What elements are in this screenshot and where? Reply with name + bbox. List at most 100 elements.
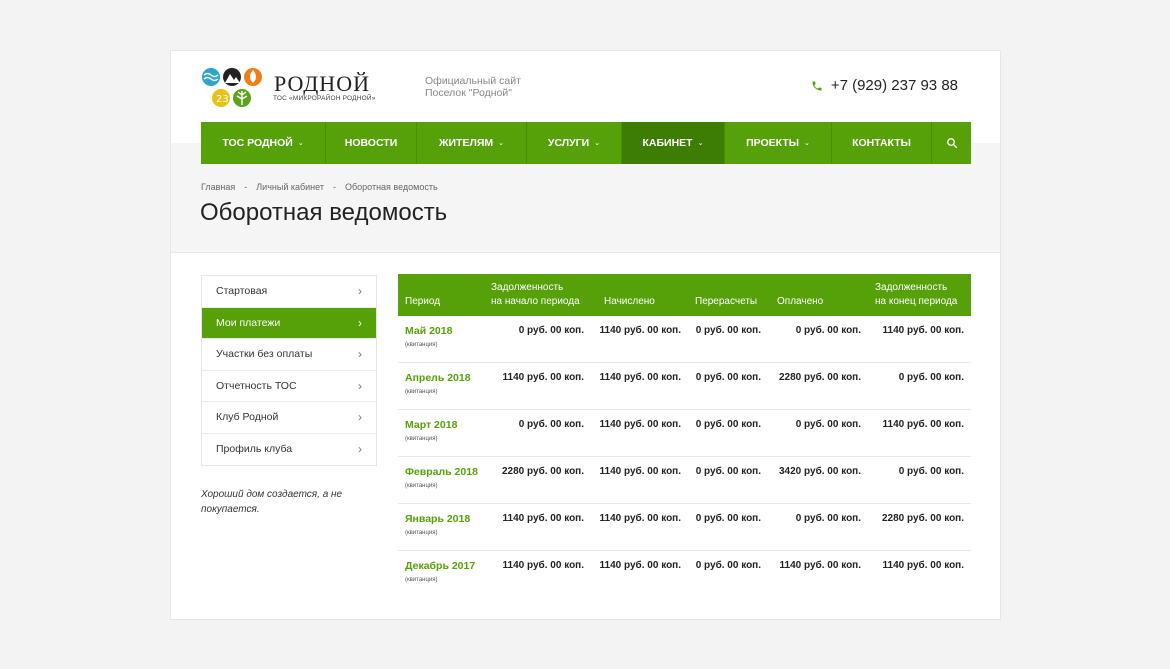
cell-charged: 1140 руб. 00 коп. (599, 325, 681, 336)
cell-paid: 3420 руб. 00 коп. (779, 466, 861, 477)
period-link[interactable]: Январь 2018 (405, 513, 480, 525)
nav-item-label: ПРОЕКТЫ (746, 137, 800, 149)
cell-debt-start: 0 руб. 00 коп. (518, 325, 584, 336)
tagline-line-1: Официальный сайт (425, 75, 521, 87)
cell-charged: 1140 руб. 00 коп. (599, 372, 681, 383)
cell-charged: 1140 руб. 00 коп. (599, 513, 681, 524)
cell-period: Январь 2018 (квитанция) (398, 504, 480, 550)
chevron-right-icon: › (358, 284, 362, 299)
phone-number: +7 (929) 237 93 88 (830, 77, 958, 94)
cell-period: Апрель 2018 (квитанция) (398, 363, 480, 409)
cell-recalc: 0 руб. 00 коп. (695, 372, 761, 383)
sidebar-item-label: Отчетность ТОС (216, 379, 297, 392)
cell-paid: 1140 руб. 00 коп. (779, 560, 861, 571)
table-body: Май 2018 (квитанция) 0 руб. 00 коп. 1140 ру… (398, 316, 971, 598)
phone-icon (812, 81, 822, 90)
receipt-link[interactable]: (квитанция) (405, 389, 480, 395)
header-period: Период (405, 296, 441, 307)
cell-recalc: 0 руб. 00 коп. (695, 513, 761, 524)
breadcrumb-current: Оборотная ведомость (344, 182, 438, 192)
header-charged: Начислено (604, 296, 655, 307)
cell-recalc: 0 руб. 00 коп. (695, 560, 761, 571)
breadcrumb-separator: - (244, 182, 248, 192)
breadcrumb-separator: - (332, 182, 336, 192)
nav-item-label: ТОС РОДНОЙ (222, 137, 293, 149)
sidebar-item-club[interactable]: Клуб Родной › (202, 402, 376, 434)
chevron-right-icon: › (358, 378, 362, 393)
nav-item-news[interactable]: НОВОСТИ (326, 122, 417, 164)
receipt-link[interactable]: (квитанция) (405, 530, 480, 536)
period-link[interactable]: Февраль 2018 (405, 466, 480, 478)
table-row: Февраль 2018 (квитанция) 2280 руб. 00 коп.… (398, 457, 971, 504)
cell-debt-end: 1140 руб. 00 коп. (882, 419, 964, 430)
search-icon (946, 138, 957, 149)
logo-title: РОДНОЙ (274, 71, 370, 96)
cell-paid: 0 руб. 00 коп. (795, 513, 861, 524)
site-logo[interactable]: 23 РОДНОЙ ТОС «МИКРОРАЙОН РОДНОЙ» (201, 67, 376, 109)
table-row: Апрель 2018 (квитанция) 1140 руб. 00 коп. 1… (398, 363, 971, 410)
cell-period: Декабрь 2017 (квитанция) (398, 551, 480, 598)
header-debt-start-line1: Задолженность (491, 282, 564, 293)
cell-charged: 1140 руб. 00 коп. (599, 560, 681, 571)
sidebar-item-tos-reports[interactable]: Отчетность ТОС › (202, 371, 376, 402)
nav-item-contacts[interactable]: КОНТАКТЫ (832, 122, 932, 164)
receipt-link[interactable]: (квитанция) (405, 577, 480, 583)
phone-contact[interactable]: +7 (929) 237 93 88 (811, 77, 958, 94)
nav-item-cabinet[interactable]: КАБИНЕТ ⌄ (622, 122, 725, 164)
cell-paid: 0 руб. 00 коп. (795, 325, 861, 336)
receipt-link[interactable]: (квитанция) (405, 483, 480, 489)
tagline-line-2: Поселок "Родной" (425, 87, 512, 99)
nav-item-label: КОНТАКТЫ (852, 137, 911, 149)
nav-item-services[interactable]: УСЛУГИ ⌄ (527, 122, 622, 164)
period-link[interactable]: Декабрь 2017 (405, 560, 480, 572)
nav-item-residents[interactable]: ЖИТЕЛЯМ ⌄ (417, 122, 527, 164)
nav-item-label: КАБИНЕТ (642, 137, 693, 149)
chevron-right-icon: › (358, 315, 362, 330)
nav-item-projects[interactable]: ПРОЕКТЫ ⌄ (725, 122, 832, 164)
sidebar-item-label: Стартовая (216, 285, 268, 298)
table-header: Период Задолженность на начало периода Н… (398, 274, 971, 316)
cell-charged: 1140 руб. 00 коп. (599, 419, 681, 430)
chevron-down-icon: ⌄ (297, 140, 304, 147)
cell-recalc: 0 руб. 00 коп. (695, 466, 761, 477)
page-card: 23 РОДНОЙ ТОС «МИКРОРАЙОН РОДНОЙ» Официа… (170, 50, 1001, 620)
sidebar-item-my-payments[interactable]: Мои платежи › (202, 307, 376, 339)
cell-period: Март 2018 (квитанция) (398, 410, 480, 456)
page-title: Оборотная ведомость (200, 199, 448, 226)
chevron-right-icon: › (358, 410, 362, 425)
cell-debt-start: 1140 руб. 00 коп. (502, 513, 584, 524)
cell-debt-end: 1140 руб. 00 коп. (882, 560, 964, 571)
header-debt-end-line1: Задолженность (875, 282, 948, 293)
header-debt-start: Задолженность на начало периода (480, 274, 586, 316)
chevron-down-icon: ⌄ (498, 140, 504, 147)
nav-item-label: ЖИТЕЛЯМ (439, 137, 494, 149)
nav-item-label: НОВОСТИ (344, 137, 398, 149)
period-link[interactable]: Апрель 2018 (405, 372, 480, 384)
turnover-table: Период Задолженность на начало периода Н… (398, 274, 971, 598)
period-link[interactable]: Март 2018 (405, 419, 480, 431)
header-debt-end-line2: на конец периода (875, 296, 958, 307)
receipt-link[interactable]: (квитанция) (405, 436, 480, 442)
nav-search-button[interactable] (932, 122, 971, 164)
breadcrumb-cabinet[interactable]: Личный кабинет (256, 182, 324, 192)
receipt-link[interactable]: (квитанция) (405, 342, 480, 348)
table-row: Декабрь 2017 (квитанция) 1140 руб. 00 коп.… (398, 551, 971, 598)
cell-debt-start: 2280 руб. 00 коп. (502, 466, 584, 477)
header-paid: Оплачено (777, 296, 824, 307)
sidebar-item-start[interactable]: Стартовая › (202, 276, 376, 308)
chevron-down-icon: ⌄ (804, 140, 810, 147)
sidebar-item-club-profile[interactable]: Профиль клуба › (202, 434, 376, 466)
breadcrumb-home[interactable]: Главная (201, 182, 235, 192)
table-row: Май 2018 (квитанция) 0 руб. 00 коп. 1140 ру… (398, 316, 971, 363)
cell-charged: 1140 руб. 00 коп. (599, 466, 681, 477)
header-debt-end: Задолженность на конец периода (865, 274, 971, 316)
cell-paid: 2280 руб. 00 коп. (779, 372, 861, 383)
logo-emblem-icon: 23 (202, 68, 262, 107)
cell-debt-start: 1140 руб. 00 коп. (502, 560, 584, 571)
cell-period: Февраль 2018 (квитанция) (398, 457, 480, 503)
nav-item-tos[interactable]: ТОС РОДНОЙ ⌄ (201, 122, 326, 164)
sidebar-item-label: Профиль клуба (216, 443, 293, 456)
sidebar-item-label: Мои платежи (216, 316, 281, 329)
period-link[interactable]: Май 2018 (405, 325, 480, 337)
sidebar-item-unpaid-plots[interactable]: Участки без оплаты › (202, 339, 376, 371)
